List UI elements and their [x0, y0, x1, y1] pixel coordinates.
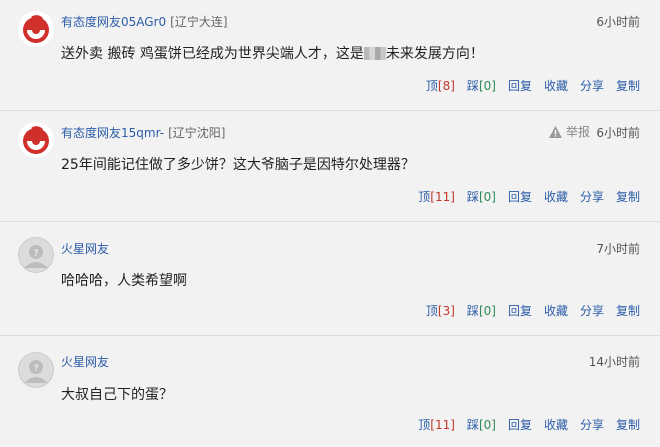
comment-meta: 有态度网友05AGr0 [辽宁大连] [61, 13, 228, 30]
location: [辽宁大连] [170, 15, 228, 29]
comment-meta: 火星网友 [61, 240, 109, 257]
comment-actions: 顶[3] 踩[0] 回复 收藏 分享 复制 [414, 302, 640, 319]
share-button[interactable]: 分享 [580, 302, 604, 319]
comment-item: ? 火星网友 14小时前 大叔自己下的蛋？ 顶[11] 踩[0] 回复 收藏 分… [0, 336, 660, 447]
copy-button[interactable]: 复制 [616, 188, 640, 205]
downvote-button[interactable]: 踩[0] [467, 302, 496, 319]
avatar[interactable] [18, 11, 54, 47]
comment-item: 有态度网友05AGr0 [辽宁大连] 6小时前 送外卖 搬砖 鸡蛋饼已经成为世界尖… [0, 0, 660, 111]
copy-button[interactable]: 复制 [616, 416, 640, 433]
username[interactable]: 火星网友 [61, 242, 109, 256]
netease-logo-icon [18, 122, 54, 158]
username[interactable]: 有态度网友05AGr0 [61, 15, 166, 29]
comment-text: 25年间能记住做了多少饼？这大爷脑子是因特尔处理器？ [61, 157, 415, 173]
reply-button[interactable]: 回复 [508, 416, 532, 433]
default-user-icon: ? [18, 352, 54, 388]
comment-text: 哈哈哈，人类希望啊 [61, 273, 187, 289]
comment-text: 大叔自己下的蛋？ [61, 387, 173, 403]
avatar[interactable]: ? [18, 237, 54, 273]
location: [辽宁沈阳] [168, 126, 226, 140]
copy-button[interactable]: 复制 [616, 77, 640, 94]
comment-text: 送外卖 搬砖 鸡蛋饼已经成为世界尖端人才，这是 未来发展方向！ [61, 43, 484, 63]
svg-text:?: ? [34, 364, 39, 374]
upvote-button[interactable]: 顶[11] [418, 188, 455, 205]
comment-item: ? 火星网友 7小时前 哈哈哈，人类希望啊 顶[3] 踩[0] 回复 收藏 分享… [0, 222, 660, 336]
comment-text-part: 未来发展方向！ [385, 46, 484, 62]
reply-button[interactable]: 回复 [508, 188, 532, 205]
favorite-button[interactable]: 收藏 [544, 188, 568, 205]
favorite-button[interactable]: 收藏 [544, 302, 568, 319]
downvote-button[interactable]: 踩[0] [467, 77, 496, 94]
timestamp: 6小时前 [596, 126, 640, 140]
share-button[interactable]: 分享 [580, 188, 604, 205]
avatar[interactable]: ? [18, 352, 54, 388]
report-button[interactable]: 举报 [548, 123, 590, 140]
share-button[interactable]: 分享 [580, 77, 604, 94]
share-button[interactable]: 分享 [580, 416, 604, 433]
timestamp: 6小时前 [596, 15, 640, 29]
reply-button[interactable]: 回复 [508, 77, 532, 94]
comment-actions: 顶[11] 踩[0] 回复 收藏 分享 复制 [406, 188, 640, 205]
comment-meta: 火星网友 [61, 353, 109, 370]
favorite-button[interactable]: 收藏 [544, 416, 568, 433]
downvote-button[interactable]: 踩[0] [467, 188, 496, 205]
username[interactable]: 火星网友 [61, 355, 109, 369]
default-user-icon: ? [18, 237, 54, 273]
warning-icon [548, 125, 562, 138]
netease-logo-icon [18, 11, 54, 47]
upvote-button[interactable]: 顶[3] [426, 302, 455, 319]
copy-button[interactable]: 复制 [616, 302, 640, 319]
report-label: 举报 [565, 125, 590, 139]
svg-text:?: ? [34, 249, 39, 259]
timestamp: 7小时前 [596, 242, 640, 256]
comment-text-part: 送外卖 搬砖 鸡蛋饼已经成为世界尖端人才，这是 [61, 46, 364, 62]
comment-meta: 有态度网友15qmr- [辽宁沈阳] [61, 124, 225, 141]
comment-actions: 顶[11] 踩[0] 回复 收藏 分享 复制 [406, 416, 640, 433]
timestamp: 14小时前 [588, 355, 640, 369]
avatar[interactable] [18, 122, 54, 158]
mosaic-censor [363, 47, 386, 60]
favorite-button[interactable]: 收藏 [544, 77, 568, 94]
comment-item: 有态度网友15qmr- [辽宁沈阳] 举报 6小时前 25年间能记住做了多少饼？这… [0, 111, 660, 222]
downvote-button[interactable]: 踩[0] [467, 416, 496, 433]
upvote-button[interactable]: 顶[11] [418, 416, 455, 433]
comment-actions: 顶[8] 踩[0] 回复 收藏 分享 复制 [414, 77, 640, 94]
reply-button[interactable]: 回复 [508, 302, 532, 319]
username[interactable]: 有态度网友15qmr- [61, 126, 164, 140]
upvote-button[interactable]: 顶[8] [426, 77, 455, 94]
